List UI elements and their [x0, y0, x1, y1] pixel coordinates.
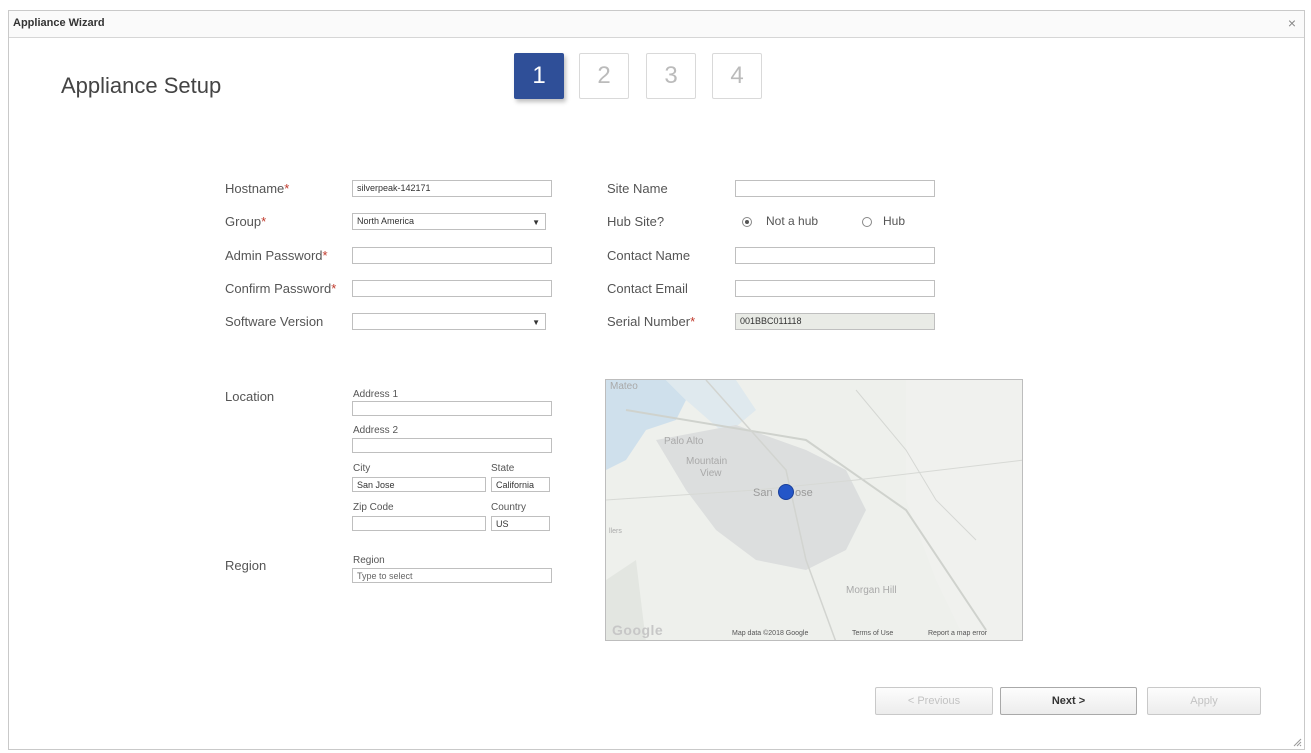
group-label: Group* — [225, 214, 267, 229]
report-map-error-link[interactable]: Report a map error — [928, 630, 987, 637]
not-a-hub-radio[interactable] — [742, 217, 752, 227]
city-input[interactable]: San Jose — [352, 477, 486, 492]
contact-email-input[interactable] — [735, 280, 935, 297]
location-map[interactable]: Mateo Palo Alto Mountain View San ose ll… — [605, 379, 1023, 641]
country-input[interactable]: US — [491, 516, 550, 531]
location-pin-icon — [778, 484, 794, 500]
hub-site-label: Hub Site? — [607, 214, 665, 229]
map-place-mountain: Mountain — [686, 456, 728, 467]
map-place-left: llers — [609, 528, 622, 535]
hub-label: Hub — [883, 214, 906, 228]
terms-of-use-link[interactable]: Terms of Use — [852, 630, 893, 637]
not-a-hub-label: Not a hub — [766, 214, 819, 228]
page-title: Appliance Setup — [61, 73, 222, 98]
google-logo: Google — [612, 622, 664, 638]
address1-input[interactable] — [352, 401, 552, 416]
region-field-label: Region — [353, 555, 385, 566]
map-terrain — [606, 380, 1022, 640]
group-select[interactable]: North America ▼ — [352, 213, 546, 230]
title-bar: Appliance Wizard × — [9, 11, 1304, 38]
resize-grip-icon[interactable] — [1292, 737, 1302, 747]
zip-code-input[interactable] — [352, 516, 486, 531]
hostname-input[interactable]: silverpeak-142171 — [352, 180, 552, 197]
map-data-attribution: Map data ©2018 Google — [732, 630, 809, 637]
serial-number-label: Serial Number* — [607, 314, 696, 329]
state-input[interactable]: California — [491, 477, 550, 492]
hub-radio[interactable] — [862, 217, 872, 227]
site-name-input[interactable] — [735, 180, 935, 197]
contact-email-label: Contact Email — [607, 281, 688, 296]
site-name-label: Site Name — [607, 181, 668, 196]
map-place-top: Mateo — [610, 381, 638, 392]
admin-password-field[interactable] — [352, 247, 552, 264]
serial-number-field: 001BBC011118 — [735, 313, 935, 330]
step-3[interactable]: 3 — [646, 53, 696, 99]
region-input[interactable]: Type to select — [352, 568, 552, 583]
step-4[interactable]: 4 — [712, 53, 762, 99]
admin-password-label: Admin Password* — [225, 248, 328, 263]
confirm-password-label: Confirm Password* — [225, 281, 337, 296]
previous-button[interactable]: < Previous — [875, 687, 993, 715]
map-place-san: San — [753, 487, 773, 499]
chevron-down-icon: ▼ — [532, 218, 540, 227]
hostname-label: Hostname* — [225, 181, 290, 196]
map-place-morgan-hill: Morgan Hill — [846, 585, 897, 596]
next-button[interactable]: Next > — [1000, 687, 1137, 715]
city-label: City — [353, 463, 371, 474]
software-version-select[interactable]: ▼ — [352, 313, 546, 330]
address2-input[interactable] — [352, 438, 552, 453]
contact-name-input[interactable] — [735, 247, 935, 264]
contact-name-label: Contact Name — [607, 248, 691, 263]
map-place-view: View — [700, 468, 722, 479]
confirm-password-field[interactable] — [352, 280, 552, 297]
dialog-title: Appliance Wizard — [13, 17, 105, 29]
chevron-down-icon: ▼ — [532, 318, 540, 327]
location-label: Location — [225, 389, 275, 404]
address1-label: Address 1 — [353, 389, 399, 400]
zip-code-label: Zip Code — [353, 502, 394, 513]
address2-label: Address 2 — [353, 425, 399, 436]
region-section-label: Region — [225, 558, 267, 573]
appliance-wizard-dialog: Appliance Wizard × Appliance Setup 1 2 3… — [8, 10, 1305, 750]
map-place-jose: ose — [795, 487, 813, 499]
country-label: Country — [491, 502, 527, 513]
step-2[interactable]: 2 — [579, 53, 629, 99]
close-icon[interactable]: × — [1288, 16, 1296, 30]
map-place-palo-alto: Palo Alto — [664, 436, 704, 447]
step-1[interactable]: 1 — [514, 53, 564, 99]
software-version-label: Software Version — [225, 314, 324, 329]
state-label: State — [491, 463, 515, 474]
apply-button[interactable]: Apply — [1147, 687, 1261, 715]
